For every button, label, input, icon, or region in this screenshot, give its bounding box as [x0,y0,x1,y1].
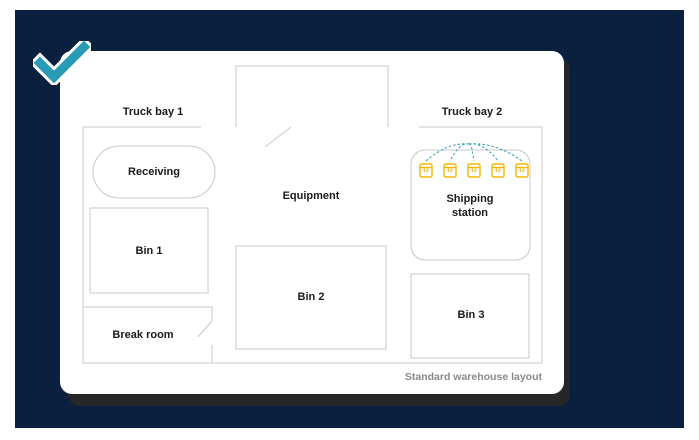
shipping-station-label: Shipping station [446,193,494,219]
package-icon [515,163,529,178]
delivery-route [468,143,475,162]
bin-2-label: Bin 2 [297,291,325,303]
package-icon [443,163,457,178]
truck-bay-2-label: Truck bay 2 [441,106,503,118]
packages [419,163,529,178]
package-icon [491,163,505,178]
delivery-routes [425,143,523,162]
layout-caption: Standard warehouse layout [404,371,542,383]
break-room-wall [83,306,213,321]
package-icon [467,163,481,178]
delivery-route [425,143,470,162]
top-annex [235,65,389,127]
package-icon [419,163,433,178]
break-room-label: Break room [112,329,174,341]
truck-bay-1-label: Truck bay 1 [122,106,184,118]
receiving-label: Receiving [128,166,180,178]
bin-1-label: Bin 1 [135,245,163,257]
equipment-divider [264,126,292,148]
break-room-door [197,320,213,338]
warehouse-layout-card: Truck bay 1 Truck bay 2 Receiving Equipm… [60,51,564,394]
delivery-route [449,143,470,162]
floor-plan [82,65,543,364]
checkmark-icon [33,41,91,85]
equipment-label: Equipment [282,190,340,202]
bin-3-label: Bin 3 [457,309,485,321]
